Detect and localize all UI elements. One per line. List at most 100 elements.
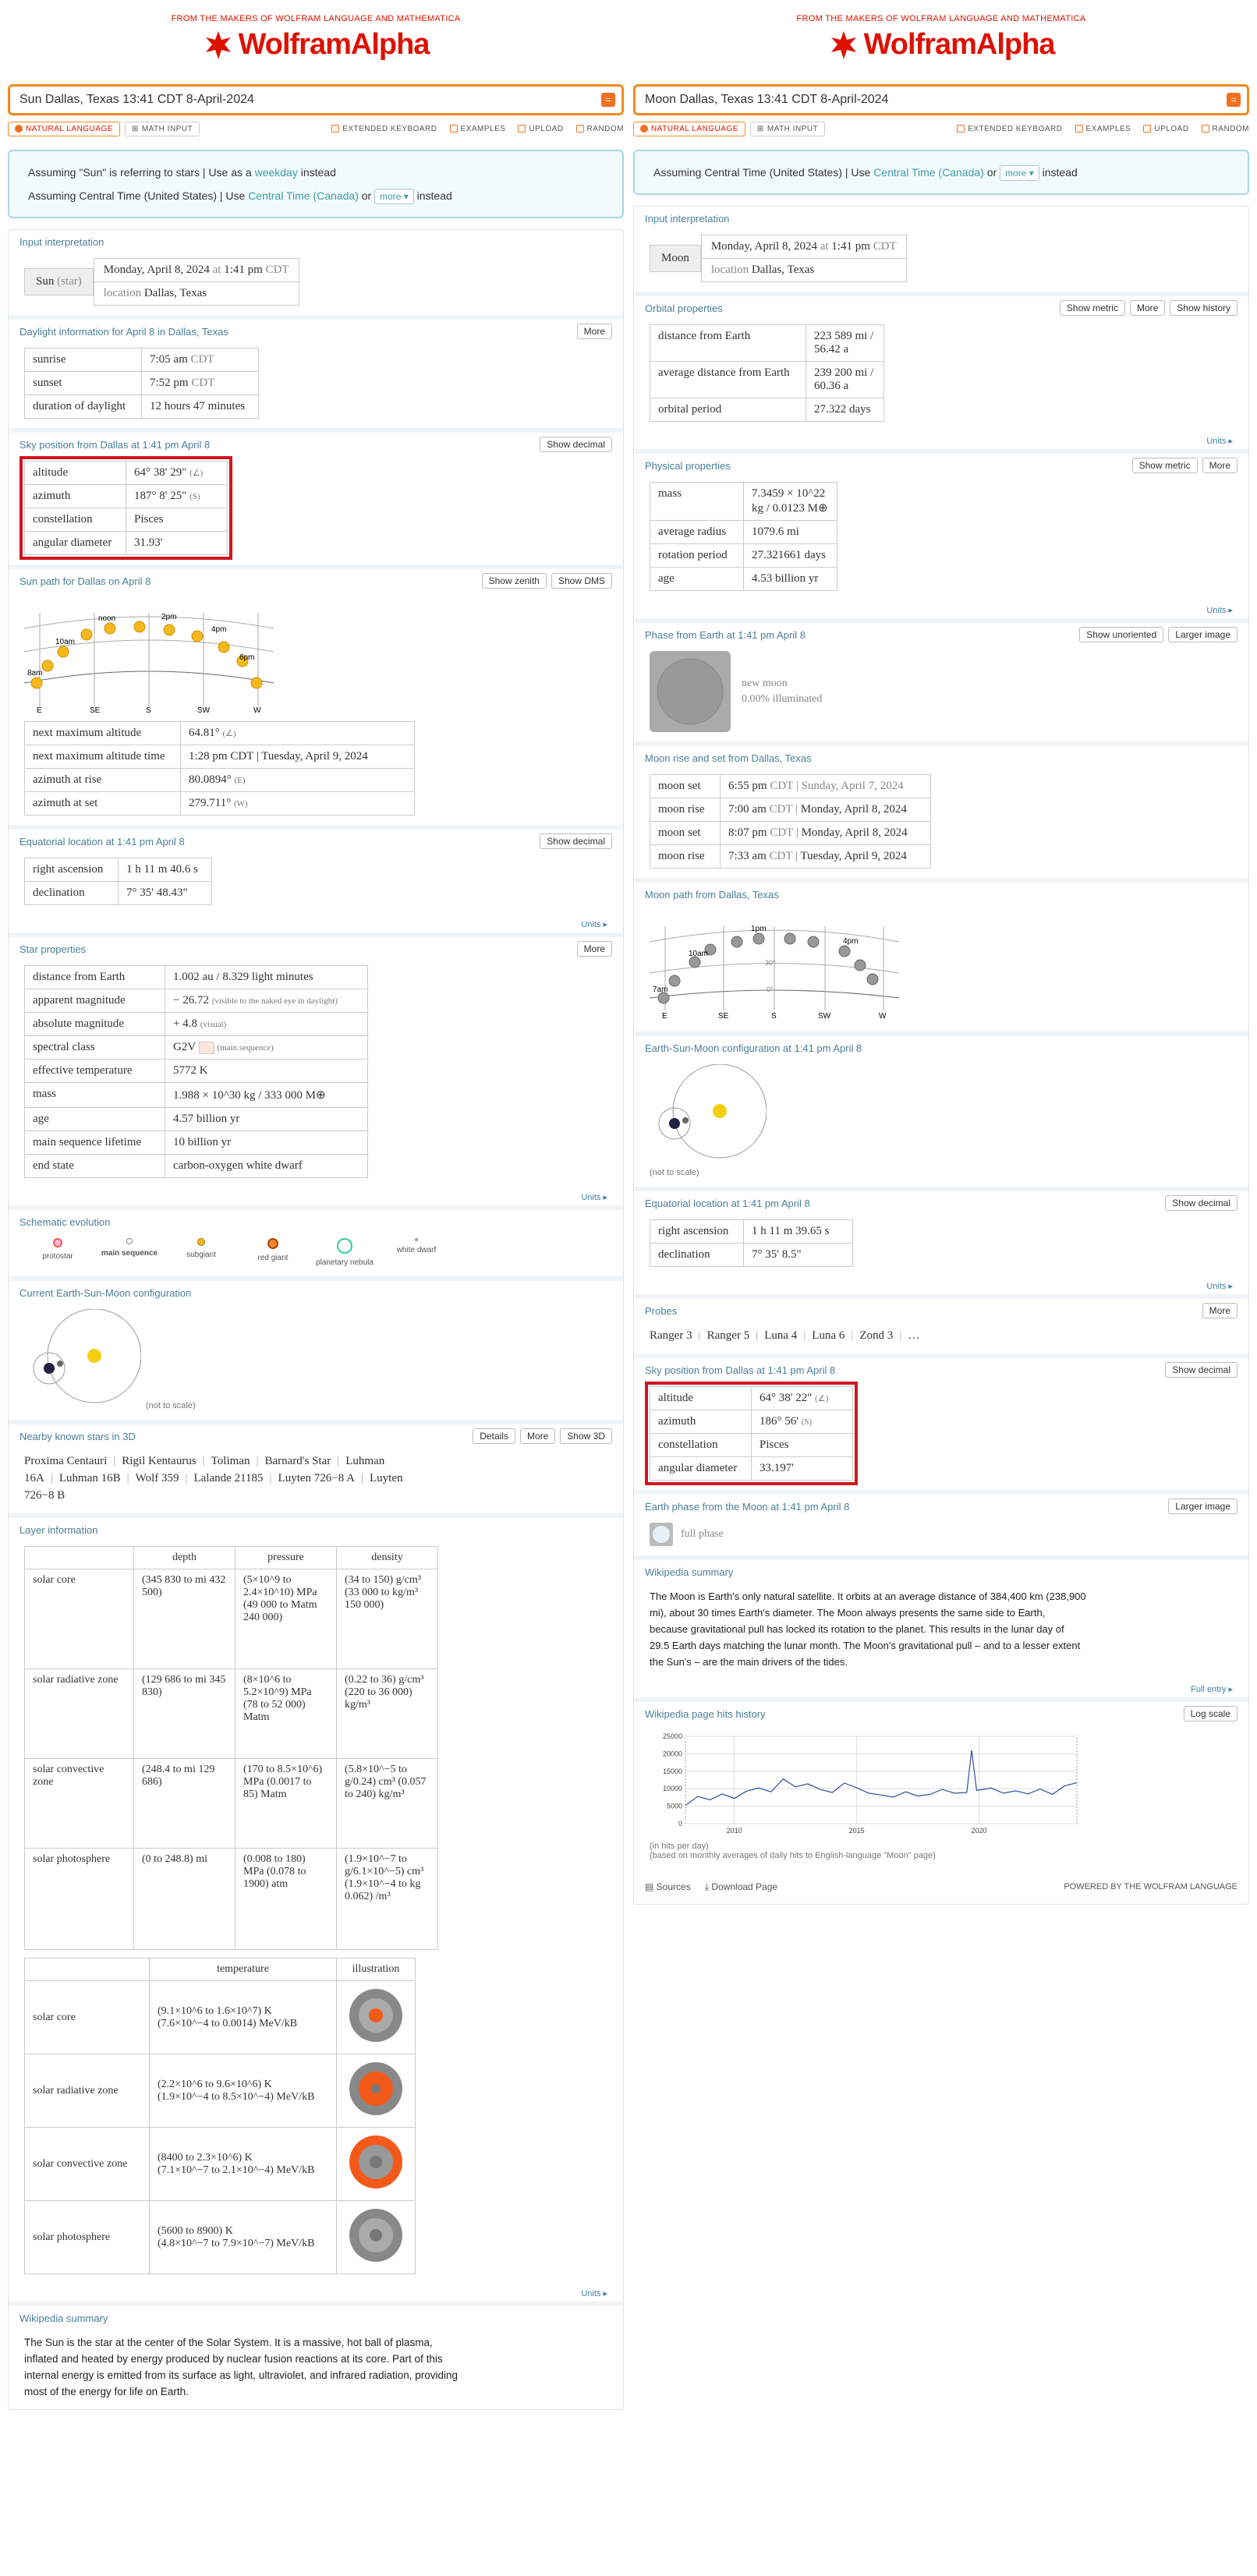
assumption-text-end: instead bbox=[297, 166, 336, 179]
rise-time: 6:55 pm bbox=[728, 780, 767, 792]
probe-more[interactable]: … bbox=[908, 1329, 919, 1342]
cell-value: 239 200 mi / 60.36 a bbox=[806, 361, 884, 398]
central-canada-link[interactable]: Central Time (Canada) bbox=[873, 166, 984, 179]
search-go-icon[interactable]: = bbox=[1227, 93, 1241, 107]
show-decimal-button[interactable]: Show decimal bbox=[1165, 1195, 1238, 1211]
search-box[interactable]: = bbox=[633, 84, 1249, 115]
sources-link[interactable]: ▤ Sources bbox=[645, 1881, 691, 1892]
show-decimal-button[interactable]: Show decimal bbox=[540, 437, 612, 452]
random-link[interactable]: RANDOM bbox=[1201, 125, 1249, 133]
temp-mev: (1.9×10^−4 to 8.5×10^−4) MeV/kB bbox=[158, 2090, 315, 2103]
natural-language-tab[interactable]: NATURAL LANGUAGE bbox=[633, 121, 745, 136]
show-unoriented-button[interactable]: Show unoriented bbox=[1079, 627, 1164, 642]
table-row: solar core (9.1×10^6 to 1.6×10^7) K (7.6×1… bbox=[24, 1980, 416, 2054]
probe-link[interactable]: Luna 6 bbox=[812, 1329, 844, 1342]
download-page-link[interactable]: ⤓ Download Page bbox=[705, 1881, 777, 1893]
probe-link[interactable]: Ranger 5 bbox=[707, 1329, 750, 1342]
larger-image-button[interactable]: Larger image bbox=[1168, 1499, 1238, 1514]
central-canada-link[interactable]: Central Time (Canada) bbox=[248, 189, 359, 202]
separator: | bbox=[113, 1455, 116, 1467]
show-metric-button[interactable]: Show metric bbox=[1131, 458, 1198, 473]
show-3d-button[interactable]: Show 3D bbox=[560, 1428, 612, 1444]
cell-value: (1.9×10^−7 to g/6.1×10^−5) cm³ (1.9×10^−… bbox=[336, 1848, 438, 1950]
table-row: spectral class G2V (main sequence) bbox=[24, 1035, 368, 1060]
table-row: mass 7.3459 × 10^22 kg / 0.0123 M⊕ bbox=[650, 482, 837, 521]
table-row: distance from Earth 1.002 au / 8.329 ligh… bbox=[24, 965, 368, 989]
upload-link[interactable]: UPLOAD bbox=[518, 125, 563, 133]
math-input-tab[interactable]: ⊞ MATH INPUT bbox=[749, 121, 826, 136]
x-tick-label: 2015 bbox=[849, 1827, 865, 1835]
random-icon bbox=[1201, 125, 1209, 133]
star-link[interactable]: Proxima Centauri bbox=[24, 1455, 107, 1467]
star-link[interactable]: Luhman 16B bbox=[59, 1472, 121, 1484]
more-button[interactable]: More bbox=[1202, 1303, 1238, 1318]
probe-link[interactable]: Luna 4 bbox=[764, 1329, 797, 1342]
star-link[interactable]: Luyten 726−8 A bbox=[278, 1472, 355, 1484]
label-1pm: 1pm bbox=[751, 925, 766, 933]
extended-keyboard-link[interactable]: EXTENDED KEYBOARD bbox=[957, 125, 1062, 133]
more-button[interactable]: More bbox=[1129, 300, 1166, 316]
temp-mev: (7.1×10^−7 to 2.1×10^−4) MeV/kB bbox=[158, 2164, 315, 2176]
examples-link[interactable]: EXAMPLES bbox=[449, 125, 506, 133]
random-link[interactable]: RANDOM bbox=[575, 125, 624, 133]
upload-link[interactable]: UPLOAD bbox=[1143, 125, 1188, 133]
cell-value: (34 to 150) g/cm³ (33 000 to kg/m³ 150 0… bbox=[336, 1569, 438, 1669]
results-panel: Input interpretation Sun (star) Monday, … bbox=[8, 229, 624, 2410]
cell-value: 4.53 billion yr bbox=[743, 567, 837, 591]
units-link[interactable]: Units ▸ bbox=[9, 1187, 623, 1205]
search-input[interactable] bbox=[645, 93, 1227, 107]
units-link[interactable]: Units ▸ bbox=[634, 431, 1248, 449]
weekday-link[interactable]: weekday bbox=[255, 166, 298, 179]
more-button[interactable]: More bbox=[576, 324, 612, 339]
wolfram-logo[interactable]: WolframAlpha bbox=[8, 28, 624, 62]
planetary-nebula-icon bbox=[337, 1238, 352, 1254]
search-input[interactable] bbox=[19, 93, 601, 107]
units-link[interactable]: Units ▸ bbox=[9, 915, 623, 932]
larger-image-button[interactable]: Larger image bbox=[1168, 627, 1238, 642]
show-history-button[interactable]: Show history bbox=[1170, 300, 1238, 316]
show-dms-button[interactable]: Show DMS bbox=[551, 573, 612, 589]
pod-title: Equatorial location at 1:41 pm April 8 bbox=[645, 1197, 810, 1209]
right-column: FROM THE MAKERS OF WOLFRAM LANGUAGE AND … bbox=[633, 0, 1249, 1905]
natural-language-tab[interactable]: NATURAL LANGUAGE bbox=[8, 121, 120, 136]
examples-link[interactable]: EXAMPLES bbox=[1075, 125, 1131, 133]
more-dropdown[interactable]: more ▾ bbox=[1000, 165, 1039, 181]
cell-label: next maximum altitude time bbox=[24, 745, 181, 769]
assumption-text: Assuming "Sun" is referring to stars | U… bbox=[28, 166, 255, 179]
units-link[interactable]: Units ▸ bbox=[634, 1276, 1248, 1294]
search-box[interactable]: = bbox=[8, 84, 624, 115]
show-metric-button[interactable]: Show metric bbox=[1059, 300, 1125, 316]
more-dropdown[interactable]: more ▾ bbox=[374, 189, 414, 204]
more-button[interactable]: More bbox=[519, 1428, 556, 1444]
show-decimal-button[interactable]: Show decimal bbox=[540, 833, 612, 849]
units-link[interactable]: Units ▸ bbox=[634, 600, 1248, 618]
math-input-tab[interactable]: ⊞ MATH INPUT bbox=[124, 121, 200, 136]
table-header: depth pressure density bbox=[24, 1546, 438, 1569]
star-link[interactable]: Barnard's Star bbox=[264, 1455, 331, 1467]
random-icon bbox=[575, 125, 584, 133]
wolfram-logo[interactable]: WolframAlpha bbox=[633, 28, 1249, 62]
details-button[interactable]: Details bbox=[473, 1428, 515, 1444]
units-link[interactable]: Units ▸ bbox=[9, 2284, 623, 2302]
show-decimal-button[interactable]: Show decimal bbox=[1165, 1362, 1238, 1378]
full-entry-link[interactable]: Full entry ▸ bbox=[634, 1679, 1248, 1697]
more-button[interactable]: More bbox=[1202, 458, 1238, 473]
pod-page-hits: Wikipedia page hits history Log scale 0 50… bbox=[634, 1702, 1248, 1870]
star-link[interactable]: Toliman bbox=[211, 1455, 250, 1467]
cell-label: distance from Earth bbox=[650, 324, 806, 362]
log-scale-button[interactable]: Log scale bbox=[1183, 1706, 1238, 1721]
star-link[interactable]: Wolf 359 bbox=[136, 1472, 179, 1484]
star-link[interactable]: Rigil Kentaurus bbox=[122, 1455, 196, 1467]
search-go-icon[interactable]: = bbox=[601, 93, 615, 107]
temp-kelvin: (5600 to 8900) K bbox=[158, 2224, 233, 2237]
show-zenith-button[interactable]: Show zenith bbox=[481, 573, 547, 589]
probe-link[interactable]: Ranger 3 bbox=[650, 1329, 692, 1342]
star-link[interactable]: Lalande 21185 bbox=[194, 1472, 264, 1484]
label-4pm: 4pm bbox=[843, 937, 858, 946]
temperature-table: temperature illustration solar core (9.1×1… bbox=[24, 1958, 416, 2274]
probe-link[interactable]: Zond 3 bbox=[859, 1329, 893, 1342]
pod-title: Orbital properties bbox=[645, 302, 723, 314]
more-button[interactable]: More bbox=[576, 941, 612, 957]
unit-text: (∠) bbox=[222, 729, 236, 738]
extended-keyboard-link[interactable]: EXTENDED KEYBOARD bbox=[331, 125, 437, 133]
